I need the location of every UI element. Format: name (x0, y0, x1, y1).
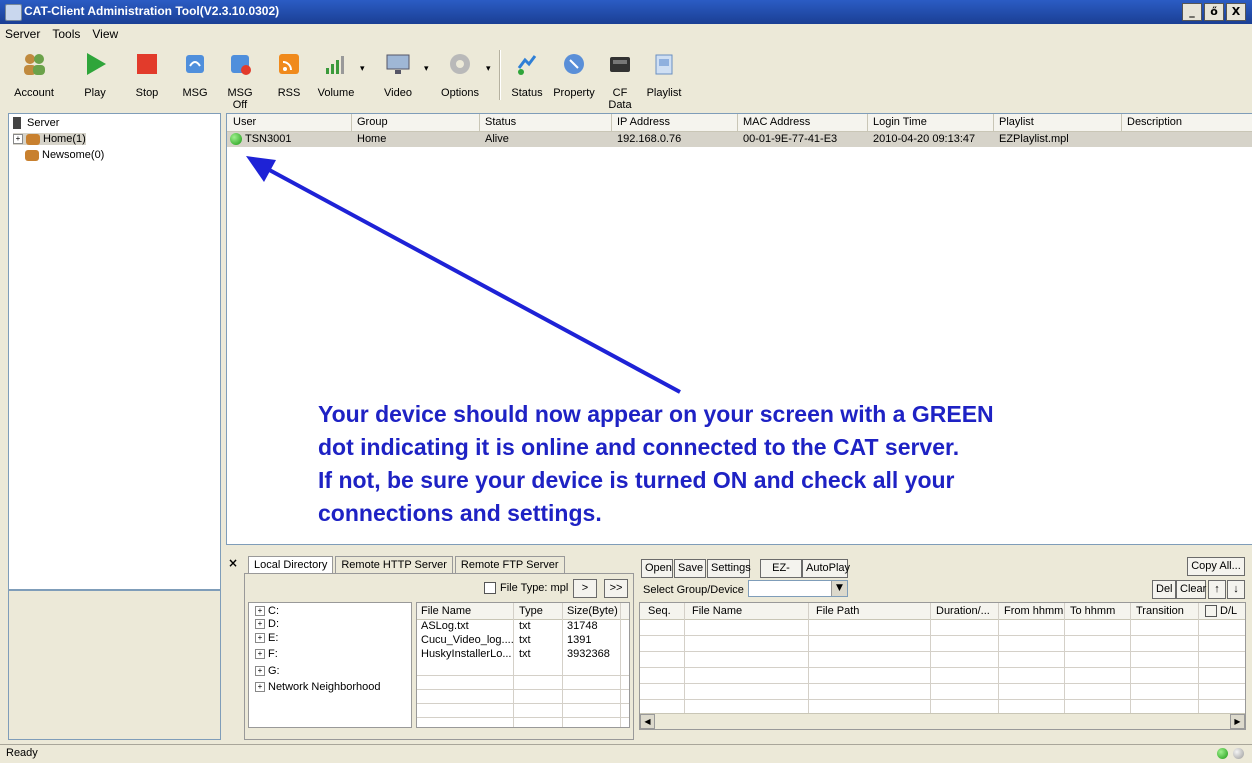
drive-g[interactable]: + G: (255, 665, 280, 677)
scroll-left-icon[interactable]: ◀ (640, 714, 655, 729)
dl-checkbox[interactable] (1205, 605, 1217, 618)
list-item[interactable]: HuskyInstallerLo... txt 3932368 (417, 648, 629, 662)
annotation-line: dot indicating it is online and connecte… (318, 434, 960, 460)
annotation-text: Your device should now appear on your sc… (318, 398, 1218, 530)
col-file-name[interactable]: File Name (692, 605, 742, 617)
autoplay-button[interactable]: AutoPlay (802, 559, 850, 578)
file-type: txt (519, 634, 531, 646)
settings-button[interactable]: Settings (707, 559, 751, 578)
directory-tabs: Local Directory Remote HTTP Server Remot… (248, 556, 567, 573)
file-name: HuskyInstallerLo... (421, 648, 512, 660)
file-size: 31748 (567, 620, 598, 632)
copy-next-button[interactable]: > (573, 579, 597, 598)
ez-play-button[interactable]: EZ-Play (760, 559, 802, 591)
drive-c[interactable]: + C: (255, 605, 279, 617)
file-list: File Name Type Size(Byte) ASLog.txt txt … (416, 602, 630, 728)
col-size[interactable]: Size(Byte) (567, 605, 618, 617)
move-down-button[interactable]: ↓ (1227, 580, 1245, 599)
drive-label: D: (268, 618, 279, 630)
col-file-name[interactable]: File Name (421, 605, 471, 617)
network-neighborhood[interactable]: + Network Neighborhood (255, 681, 381, 693)
save-button[interactable]: Save (674, 559, 706, 578)
col-dl[interactable]: D/L (1205, 605, 1238, 618)
col-to[interactable]: To hhmm (1070, 605, 1115, 617)
drive-d[interactable]: + D: (255, 618, 279, 630)
col-from[interactable]: From hhmm (1004, 605, 1063, 617)
clear-button[interactable]: Clear (1176, 580, 1206, 599)
col-seq[interactable]: Seq. (648, 605, 671, 617)
col-file-path[interactable]: File Path (816, 605, 859, 617)
drive-label: F: (268, 648, 278, 660)
file-type-label: File Type: mpl (500, 582, 569, 594)
tab-remote-ftp[interactable]: Remote FTP Server (454, 556, 565, 573)
file-size: 3932368 (567, 648, 610, 660)
playlist-grid-header: Seq. File Name File Path Duration/... Fr… (640, 603, 1245, 620)
copy-all-button[interactable]: Copy All... (1187, 557, 1245, 576)
drive-label: G: (268, 665, 280, 677)
bottom-close-icon[interactable]: × (228, 556, 238, 570)
file-name: ASLog.txt (421, 620, 469, 632)
drive-f[interactable]: + F: (255, 648, 278, 660)
copy-all-next-button[interactable]: >> (604, 579, 628, 598)
connection-indicator-icon (1217, 748, 1228, 759)
file-name: Cucu_Video_log.... (421, 634, 514, 646)
file-type-filter[interactable]: File Type: mpl (484, 582, 569, 595)
drive-e[interactable]: + E: (255, 632, 278, 644)
col-dl-label: D/L (1220, 605, 1238, 617)
file-type: txt (519, 620, 531, 632)
delete-button[interactable]: Del (1152, 580, 1176, 599)
drive-label: Network Neighborhood (268, 681, 381, 693)
col-duration[interactable]: Duration/... (936, 605, 990, 617)
list-item[interactable]: Cucu_Video_log.... txt 1391 (417, 634, 629, 648)
file-list-header: File Name Type Size(Byte) (417, 603, 629, 620)
select-group-label: Select Group/Device (643, 584, 744, 596)
open-button[interactable]: Open (641, 559, 673, 578)
col-type[interactable]: Type (519, 605, 543, 617)
status-text: Ready (6, 747, 38, 759)
tab-local-directory[interactable]: Local Directory (248, 556, 334, 573)
group-device-select[interactable]: ▼ (748, 580, 848, 597)
list-item[interactable]: ASLog.txt txt 31748 (417, 620, 629, 634)
file-size: 1391 (567, 634, 592, 646)
status-bar: Ready (0, 744, 1252, 763)
drive-label: C: (268, 605, 279, 617)
drive-tree: + C: + D: + E: + F: + G: + Network Neighborhoo… (248, 602, 412, 728)
chevron-down-icon[interactable]: ▼ (831, 581, 847, 596)
scroll-right-icon[interactable]: ▶ (1230, 714, 1245, 729)
playlist-grid: Seq. File Name File Path Duration/... Fr… (639, 602, 1246, 730)
idle-indicator-icon (1233, 748, 1244, 759)
annotation-line: connections and settings. (318, 500, 602, 526)
annotation-line: If not, be sure your device is turned ON… (318, 467, 955, 493)
drive-label: E: (268, 632, 279, 644)
annotation-line: Your device should now appear on your sc… (318, 401, 994, 427)
move-up-button[interactable]: ↑ (1208, 580, 1226, 599)
tab-remote-http[interactable]: Remote HTTP Server (335, 556, 453, 573)
file-type: txt (519, 648, 531, 660)
col-transition[interactable]: Transition (1136, 605, 1184, 617)
file-type-checkbox[interactable] (484, 582, 496, 595)
horizontal-scrollbar[interactable]: ◀ ▶ (640, 713, 1245, 729)
